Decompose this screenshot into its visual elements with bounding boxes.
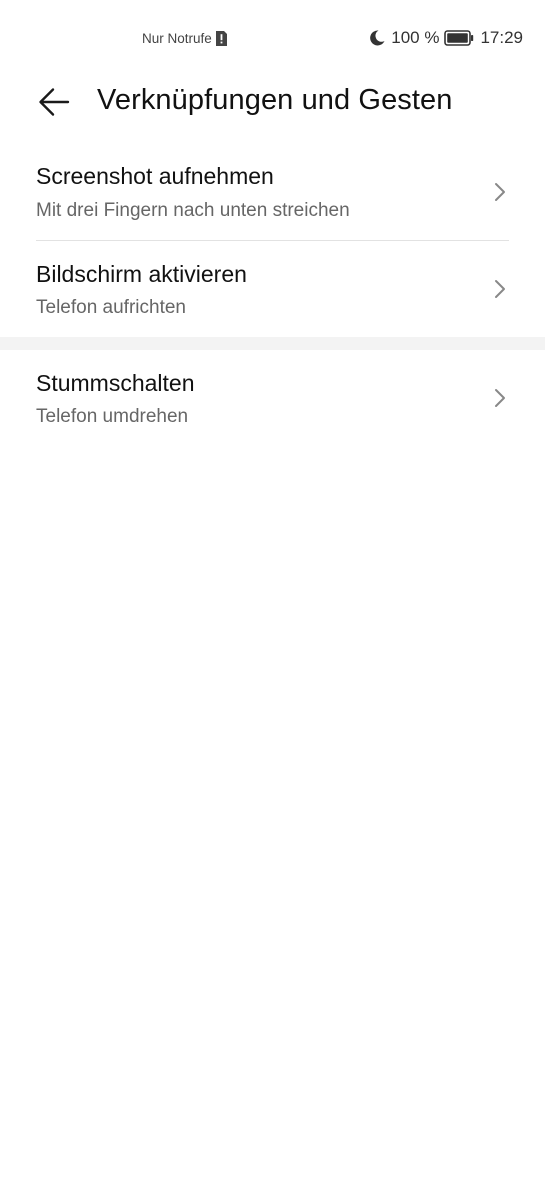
status-indicators: 100 % 17:29 (368, 28, 523, 48)
back-arrow-icon (39, 88, 70, 116)
item-title: Stummschalten (36, 370, 195, 396)
item-subtitle: Telefon umdrehen (36, 406, 189, 427)
sim-alert-icon (215, 31, 227, 46)
page-title: Verknüpfungen und Gesten (97, 84, 453, 116)
list-item-screenshot[interactable]: Screenshot aufnehmen Mit drei Fingern na… (0, 145, 545, 241)
status-bar: Nur Notrufe 100 % 17:29 (0, 0, 545, 78)
item-title: Bildschirm aktivieren (36, 261, 247, 287)
battery-icon (444, 30, 474, 46)
do-not-disturb-moon-icon (370, 30, 385, 46)
section-separator (0, 337, 545, 350)
carrier-label: Nur Notrufe (142, 31, 212, 46)
battery-percentage: 100 % (391, 28, 440, 47)
app-bar: Verknüpfungen und Gesten (0, 78, 545, 126)
list-item-mute[interactable]: Stummschalten Telefon umdrehen (0, 350, 545, 446)
chevron-right-icon (495, 389, 505, 407)
item-subtitle: Telefon aufrichten (36, 297, 186, 318)
chevron-right-icon (495, 183, 505, 201)
back-button[interactable] (30, 78, 78, 126)
chevron-right-icon (495, 280, 505, 298)
item-subtitle: Mit drei Fingern nach unten streichen (36, 200, 350, 221)
item-title: Screenshot aufnehmen (36, 163, 274, 189)
list-item-wake-screen[interactable]: Bildschirm aktivieren Telefon aufrichten (0, 241, 545, 337)
carrier-status: Nur Notrufe (142, 30, 228, 47)
clock: 17:29 (480, 28, 523, 47)
